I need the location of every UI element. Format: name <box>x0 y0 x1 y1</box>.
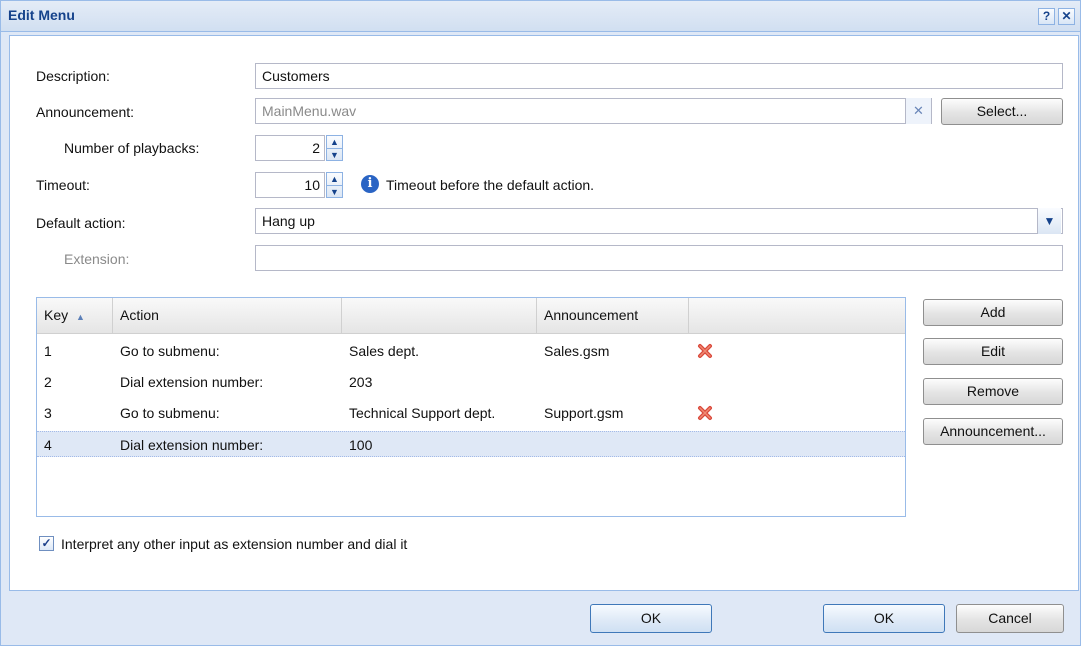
timeout-label: Timeout: <box>36 177 90 193</box>
cell-announcement <box>537 369 544 395</box>
interpret-input-checkbox[interactable]: ✓ <box>39 536 54 551</box>
default-action-select[interactable]: Hang up <box>255 208 1063 234</box>
cell-key: 1 <box>44 343 52 359</box>
timeout-input[interactable]: 10 <box>255 172 325 198</box>
column-announcement[interactable]: Announcement <box>537 298 689 333</box>
dialog-title: Edit Menu <box>8 7 75 23</box>
chevron-up-icon[interactable]: ▲ <box>327 136 342 149</box>
cell-target: Sales dept. <box>349 343 420 359</box>
extension-input[interactable] <box>255 245 1063 271</box>
remove-button[interactable]: Remove <box>923 378 1063 405</box>
clear-announcement-icon[interactable]: ✕ <box>905 98 931 124</box>
sort-ascending-icon: ▲ <box>76 312 85 322</box>
grid-header: Key ▲ Action Announcement <box>37 298 905 334</box>
cancel-button[interactable]: Cancel <box>956 604 1064 633</box>
chevron-down-icon[interactable]: ▼ <box>1037 208 1061 234</box>
chevron-down-icon[interactable]: ▼ <box>327 186 342 198</box>
playbacks-input[interactable]: 2 <box>255 135 325 161</box>
cell-target: 100 <box>349 437 373 453</box>
cell-key: 2 <box>44 374 52 390</box>
close-icon[interactable]: ✕ <box>1058 8 1075 25</box>
announcement-button[interactable]: Announcement... <box>923 418 1063 445</box>
chevron-up-icon[interactable]: ▲ <box>327 173 342 186</box>
cell-action: Dial extension number: <box>120 374 264 390</box>
table-row-selected[interactable]: 4 Dial extension number: 100 <box>37 431 905 457</box>
cell-key: 3 <box>44 405 52 421</box>
cell-action: Go to submenu: <box>120 405 220 421</box>
interpret-input-label: Interpret any other input as extension n… <box>61 536 408 552</box>
timeout-hint: Timeout before the default action. <box>386 177 595 193</box>
cell-announcement <box>537 432 544 458</box>
ok-button[interactable]: OK <box>590 604 712 633</box>
cell-announcement: Sales.gsm <box>544 343 610 359</box>
column-remove <box>689 298 905 333</box>
cell-target: 203 <box>349 374 373 390</box>
table-row[interactable]: 2 Dial extension number: 203 <box>37 369 905 395</box>
remove-announcement-icon[interactable] <box>697 405 713 421</box>
cell-key: 4 <box>44 437 52 453</box>
playbacks-stepper[interactable]: ▲ ▼ <box>326 135 343 161</box>
ok-button[interactable]: OK <box>823 604 945 633</box>
table-row[interactable]: 1 Go to submenu: Sales dept. Sales.gsm <box>37 338 905 364</box>
column-key-label: Key <box>44 307 69 323</box>
announcement-label: Announcement: <box>36 104 135 120</box>
edit-button[interactable]: Edit <box>923 338 1063 365</box>
select-button[interactable]: Select... <box>941 98 1063 125</box>
cell-announcement: Support.gsm <box>544 405 624 421</box>
extension-label: Extension: <box>64 251 130 267</box>
announcement-input[interactable]: MainMenu.wav <box>255 98 932 124</box>
playbacks-label: Number of playbacks: <box>64 140 200 156</box>
title-bar: Edit Menu ? ✕ <box>1 1 1080 32</box>
column-key[interactable]: Key ▲ <box>37 298 113 333</box>
cell-action: Go to submenu: <box>120 343 220 359</box>
help-icon[interactable]: ? <box>1038 8 1055 25</box>
column-action[interactable]: Action <box>113 298 342 333</box>
remove-announcement-icon[interactable] <box>697 343 713 359</box>
column-target[interactable] <box>342 298 537 333</box>
table-row[interactable]: 3 Go to submenu: Technical Support dept.… <box>37 400 905 426</box>
edit-menu-dialog: Edit Menu ? ✕ Description: Customers Ann… <box>0 0 1081 646</box>
cell-action: Dial extension number: <box>120 437 264 453</box>
add-button[interactable]: Add <box>923 299 1063 326</box>
default-action-label: Default action: <box>36 215 126 231</box>
description-input[interactable]: Customers <box>255 63 1063 89</box>
cell-target: Technical Support dept. <box>349 405 496 421</box>
timeout-stepper[interactable]: ▲ ▼ <box>326 172 343 198</box>
description-label: Description: <box>36 68 110 84</box>
chevron-down-icon[interactable]: ▼ <box>327 149 342 161</box>
info-icon: i <box>361 175 379 193</box>
menu-keys-grid: Key ▲ Action Announcement 1 Go to submen… <box>36 297 906 517</box>
